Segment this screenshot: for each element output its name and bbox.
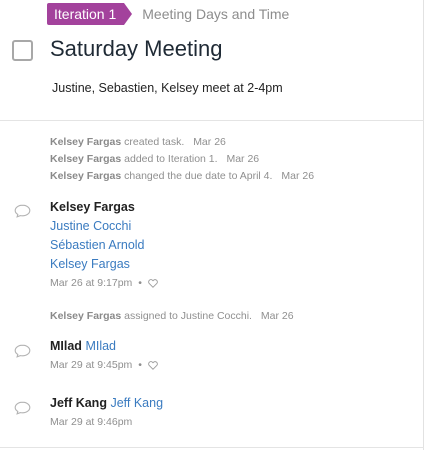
heart-icon[interactable] xyxy=(148,360,158,370)
task-title[interactable]: Saturday Meeting xyxy=(50,36,222,62)
heart-icon[interactable] xyxy=(148,278,158,288)
activity-story: Kelsey Fargas changed the due date to Ap… xyxy=(50,170,314,182)
parent-task-link[interactable]: Meeting Days and Time xyxy=(142,6,289,22)
comment-timestamp[interactable]: Mar 29 at 9:46pm xyxy=(50,416,132,428)
iteration-tag[interactable]: Iteration 1 xyxy=(47,3,133,25)
section-divider xyxy=(0,447,424,448)
story-actor[interactable]: Kelsey Fargas xyxy=(50,310,121,322)
mention-link[interactable]: Kelsey Fargas xyxy=(50,257,130,271)
story-date: Mar 26 xyxy=(260,310,294,322)
speech-bubble-icon xyxy=(14,344,31,358)
story-text: added to Iteration 1. xyxy=(124,153,218,165)
story-actor[interactable]: Kelsey Fargas xyxy=(50,170,121,182)
mention-link[interactable]: Justine Cocchi xyxy=(50,219,131,233)
story-date: Mar 26 xyxy=(281,170,315,182)
meta-separator: • xyxy=(138,359,142,371)
task-description[interactable]: Justine, Sebastien, Kelsey meet at 2-4pm xyxy=(52,81,283,95)
story-actor[interactable]: Kelsey Fargas xyxy=(50,153,121,165)
activity-story: Kelsey Fargas added to Iteration 1. Mar … xyxy=(50,153,259,165)
comment-author: Jeff Kang Jeff Kang xyxy=(50,396,163,410)
mention-link[interactable]: Jeff Kang xyxy=(110,396,163,410)
breadcrumb: Iteration 1 Meeting Days and Time xyxy=(47,3,289,25)
story-date: Mar 26 xyxy=(193,136,226,148)
comment-meta: Mar 26 at 9:17pm • xyxy=(50,277,158,289)
mention-link[interactable]: MIlad xyxy=(85,339,116,353)
story-text: assigned to Justine Cocchi. xyxy=(124,310,252,322)
comment-author-name[interactable]: MIlad xyxy=(50,339,82,353)
comment-author: MIlad MIlad xyxy=(50,339,116,353)
meta-separator: • xyxy=(138,277,142,289)
comment-author-name[interactable]: Jeff Kang xyxy=(50,396,107,410)
mention-link[interactable]: Sébastien Arnold xyxy=(50,238,145,252)
activity-story: Kelsey Fargas created task. Mar 26 xyxy=(50,136,226,148)
comment-timestamp[interactable]: Mar 26 at 9:17pm xyxy=(50,277,132,289)
comment-meta: Mar 29 at 9:45pm • xyxy=(50,359,158,371)
task-detail-panel: Iteration 1 Meeting Days and Time Saturd… xyxy=(0,0,424,450)
story-text: changed the due date to April 4. xyxy=(124,170,273,182)
comment-timestamp[interactable]: Mar 29 at 9:45pm xyxy=(50,359,132,371)
comment-author[interactable]: Kelsey Fargas xyxy=(50,200,135,214)
story-actor[interactable]: Kelsey Fargas xyxy=(50,136,121,148)
section-divider xyxy=(0,120,424,121)
speech-bubble-icon xyxy=(14,401,31,415)
activity-story: Kelsey Fargas assigned to Justine Cocchi… xyxy=(50,310,294,322)
comment-meta: Mar 29 at 9:46pm xyxy=(50,416,132,428)
task-complete-checkbox[interactable] xyxy=(12,40,33,61)
speech-bubble-icon xyxy=(14,204,31,218)
story-text: created task. xyxy=(124,136,185,148)
story-date: Mar 26 xyxy=(226,153,260,165)
